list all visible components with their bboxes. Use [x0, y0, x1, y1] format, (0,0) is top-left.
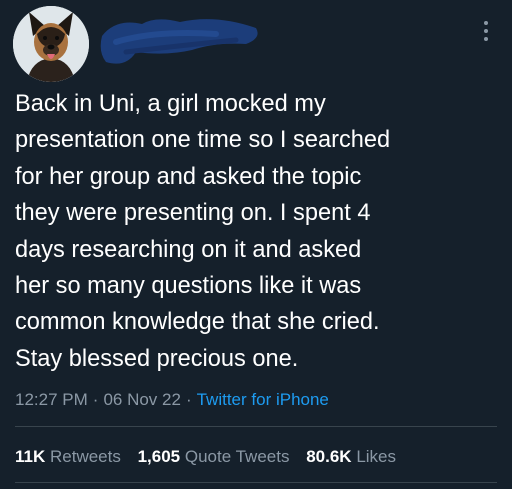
more-dot [484, 37, 488, 41]
tweet-text-line: her so many questions like it was [15, 273, 362, 300]
dog-avatar-icon [13, 6, 89, 82]
tweet-date[interactable]: 06 Nov 22 [103, 390, 181, 409]
tweet-text-line: Back in Uni, a girl mocked my [15, 91, 326, 117]
separator: · [185, 390, 192, 409]
likes-count: 80.6K [306, 447, 352, 466]
likes-label: Likes [356, 447, 396, 466]
separator: · [92, 390, 99, 409]
tweet-text-line: Stay blessed precious one. [15, 345, 299, 372]
redacted-username [100, 19, 258, 64]
retweets-label: Retweets [49, 447, 121, 466]
quote-tweets-count: 1,605 [137, 447, 181, 466]
more-vertical-icon[interactable] [475, 14, 497, 48]
tweet-text-line: days researching on it and asked [15, 236, 362, 263]
tweet-time[interactable]: 12:27 PM [15, 390, 88, 409]
more-dot [484, 21, 488, 25]
retweets-count: 11K [15, 447, 46, 466]
more-dot [484, 29, 488, 33]
tweet-source-link[interactable]: Twitter for iPhone [197, 390, 329, 409]
tweet-text: Back in Uni, a girl mocked my presentati… [15, 86, 495, 377]
tweet: Back in Uni, a girl mocked my presentati… [0, 0, 512, 489]
tweet-text-line: for her group and asked the topic [15, 163, 362, 190]
tweet-text-line: common knowledge that she cried. [15, 309, 380, 336]
divider [15, 426, 497, 427]
quote-tweets-label: Quote Tweets [184, 447, 290, 466]
tweet-meta: 12:27 PM · 06 Nov 22 · Twitter for iPhone [15, 389, 329, 411]
divider [15, 482, 497, 483]
retweets-stat[interactable]: 11K Retweets [15, 447, 121, 466]
avatar[interactable] [13, 6, 89, 82]
tweet-text-line: they were presenting on. I spent 4 [15, 200, 371, 227]
quote-tweets-stat[interactable]: 1,605 Quote Tweets [138, 447, 290, 466]
tweet-text-line: presentation one time so I searched [15, 127, 391, 154]
tweet-stats: 11K Retweets 1,605 Quote Tweets 80.6K Li… [15, 446, 408, 468]
likes-stat[interactable]: 80.6K Likes [306, 447, 396, 466]
